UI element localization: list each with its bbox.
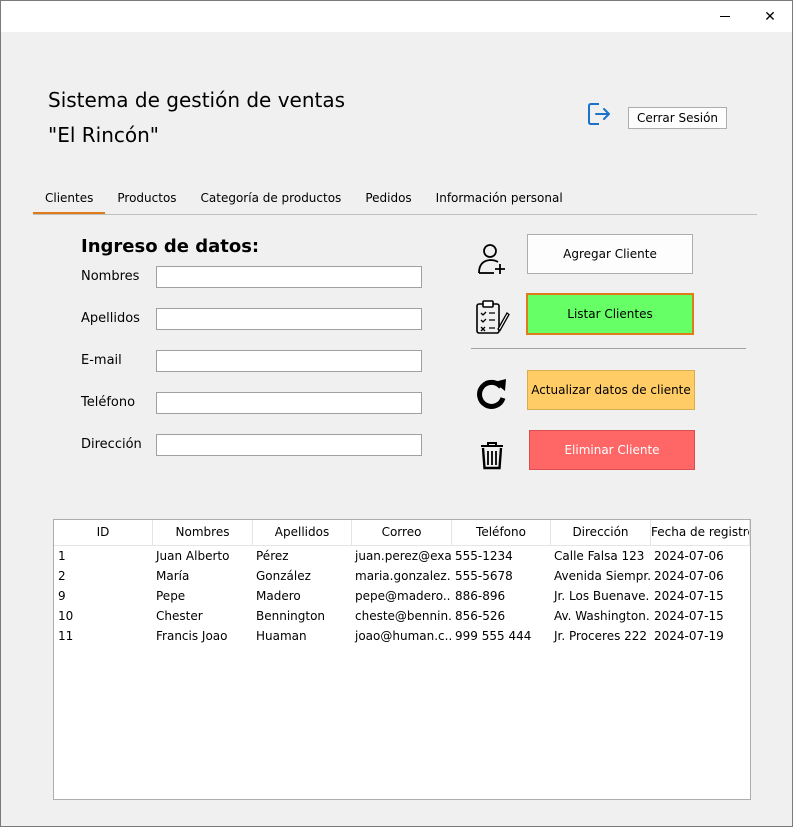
apellidos-input[interactable] xyxy=(156,308,422,330)
cell-correo: joao@human.c... xyxy=(355,629,451,643)
cell-telefono: 856-526 xyxy=(455,609,506,623)
table-row[interactable]: 11 Francis Joao Huaman joao@human.c... 9… xyxy=(54,626,750,646)
table-row[interactable]: 10 Chester Bennington cheste@bennin... 8… xyxy=(54,606,750,626)
close-icon: ✕ xyxy=(764,8,776,25)
cell-nombres: Francis Joao xyxy=(156,629,228,643)
clipboard-checklist-icon xyxy=(474,299,510,337)
refresh-icon xyxy=(473,373,509,413)
telefono-input[interactable] xyxy=(156,392,422,414)
table-row[interactable]: 2 María González maria.gonzalez... 555-5… xyxy=(54,566,750,586)
telefono-label: Teléfono xyxy=(81,395,136,410)
cell-id: 10 xyxy=(58,609,74,623)
column-header-apellidos[interactable]: Apellidos xyxy=(253,520,352,545)
cell-direccion: Calle Falsa 123 xyxy=(554,549,645,563)
list-clients-button[interactable]: Listar Clientes xyxy=(526,293,694,335)
direccion-input[interactable] xyxy=(156,434,422,456)
tab-categoria-productos[interactable]: Categoría de productos xyxy=(189,183,354,214)
cell-apellidos: Bennington xyxy=(256,609,326,623)
tab-bar: Clientes Productos Categoría de producto… xyxy=(33,183,575,215)
cell-correo: juan.perez@exa... xyxy=(355,549,451,563)
cell-correo: maria.gonzalez... xyxy=(355,569,451,583)
cell-telefono: 999 555 444 xyxy=(455,629,532,643)
delete-client-button[interactable]: Eliminar Cliente xyxy=(529,430,695,470)
cell-apellidos: Madero xyxy=(256,589,301,603)
cell-id: 11 xyxy=(58,629,74,643)
close-button[interactable]: ✕ xyxy=(747,1,793,32)
update-client-button[interactable]: Actualizar datos de cliente xyxy=(527,370,695,410)
cell-correo: pepe@madero.... xyxy=(355,589,451,603)
cell-nombres: María xyxy=(156,569,190,583)
column-header-nombres[interactable]: Nombres xyxy=(153,520,253,545)
cell-fecha-registro: 2024-07-15 xyxy=(654,589,724,603)
title-bar: ✕ xyxy=(1,1,792,32)
app-title-line-1: Sistema de gestión de ventas xyxy=(48,88,346,112)
cell-nombres: Juan Alberto xyxy=(156,549,230,563)
cell-correo: cheste@bennin... xyxy=(355,609,451,623)
column-header-id[interactable]: ID xyxy=(54,520,153,545)
minimize-icon xyxy=(720,16,730,17)
cell-nombres: Pepe xyxy=(156,589,186,603)
cell-apellidos: Huaman xyxy=(256,629,307,643)
add-user-icon xyxy=(475,241,509,277)
column-header-telefono[interactable]: Teléfono xyxy=(452,520,551,545)
table-row[interactable]: 1 Juan Alberto Pérez juan.perez@exa... 5… xyxy=(54,546,750,566)
cell-direccion: Jr. Proceres 222 xyxy=(554,629,648,643)
tab-productos[interactable]: Productos xyxy=(105,183,188,214)
form-heading: Ingreso de datos: xyxy=(81,236,260,257)
table-header: ID Nombres Apellidos Correo Teléfono Dir… xyxy=(54,520,750,546)
email-input[interactable] xyxy=(156,350,422,372)
app-window: ✕ Sistema de gestión de ventas "El Rincó… xyxy=(0,0,793,827)
apellidos-label: Apellidos xyxy=(81,311,140,326)
column-header-correo[interactable]: Correo xyxy=(352,520,452,545)
tabs-divider xyxy=(33,214,757,215)
tab-pedidos[interactable]: Pedidos xyxy=(353,183,423,214)
cell-fecha-registro: 2024-07-06 xyxy=(654,569,724,583)
add-client-button[interactable]: Agregar Cliente xyxy=(527,234,693,274)
app-title-line-2: "El Rincón" xyxy=(48,123,159,147)
logout-button[interactable]: Cerrar Sesión xyxy=(628,107,727,129)
cell-apellidos: Pérez xyxy=(256,549,289,563)
cell-fecha-registro: 2024-07-19 xyxy=(654,629,724,643)
cell-fecha-registro: 2024-07-15 xyxy=(654,609,724,623)
cell-id: 1 xyxy=(58,549,66,563)
column-header-direccion[interactable]: Dirección xyxy=(551,520,651,545)
cell-id: 9 xyxy=(58,589,66,603)
cell-telefono: 555-5678 xyxy=(455,569,513,583)
cell-apellidos: González xyxy=(256,569,311,583)
cell-telefono: 555-1234 xyxy=(455,549,513,563)
column-header-fecha-registro[interactable]: Fecha de registro xyxy=(651,520,750,545)
minimize-button[interactable] xyxy=(702,1,748,32)
cell-direccion: Jr. Los Buenave... xyxy=(554,589,650,603)
tab-clientes[interactable]: Clientes xyxy=(33,183,106,214)
actions-divider xyxy=(471,348,746,349)
trash-icon xyxy=(477,439,507,471)
cell-fecha-registro: 2024-07-06 xyxy=(654,549,724,563)
cell-direccion: Av. Washington... xyxy=(554,609,650,623)
nombres-input[interactable] xyxy=(156,266,422,288)
logout-icon[interactable] xyxy=(586,101,612,127)
cell-direccion: Avenida Siempr... xyxy=(554,569,650,583)
clients-table[interactable]: ID Nombres Apellidos Correo Teléfono Dir… xyxy=(53,519,751,800)
tab-informacion-personal[interactable]: Información personal xyxy=(424,183,575,214)
table-row[interactable]: 9 Pepe Madero pepe@madero.... 886-896 Jr… xyxy=(54,586,750,606)
direccion-label: Dirección xyxy=(81,437,142,452)
email-label: E-mail xyxy=(81,353,122,368)
cell-id: 2 xyxy=(58,569,66,583)
cell-nombres: Chester xyxy=(156,609,203,623)
cell-telefono: 886-896 xyxy=(455,589,506,603)
nombres-label: Nombres xyxy=(81,269,140,284)
